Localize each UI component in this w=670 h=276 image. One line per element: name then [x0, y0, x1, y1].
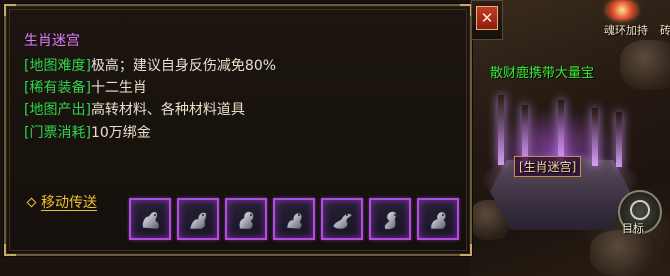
reward-item-slot[interactable] — [273, 198, 315, 240]
zodiac-dragon-icon — [332, 213, 353, 230]
reward-item-slot[interactable] — [417, 198, 459, 240]
reward-item-slot[interactable] — [321, 198, 363, 240]
teleport-label[interactable]: 移动传送 — [41, 192, 97, 212]
crosshair-icon — [630, 200, 650, 220]
reward-item-row — [129, 198, 459, 240]
info-line-difficulty: [地图难度]极高；建议自身反伤减免80% — [24, 55, 276, 75]
info-value: 10万绑金 — [90, 125, 151, 141]
target-label: 目标 — [622, 222, 644, 235]
game-world-view: 散财鹿携带大量宝 [生肖迷宫] 魂环加持 砖 目标 — [470, 0, 670, 276]
map-info-panel: 生肖迷宫 [地图难度]极高；建议自身反伤减免80% [稀有装备]十二生肖 [地图… — [4, 4, 472, 256]
info-tag: [稀有装备] — [24, 80, 91, 96]
frame-corner — [4, 244, 16, 256]
reward-item-slot[interactable] — [129, 198, 171, 240]
info-line-drops: [地图产出]高转材料、各种材料道具 — [24, 99, 245, 119]
info-tag: [门票消耗] — [24, 125, 91, 141]
info-tag: [地图产出] — [24, 102, 91, 118]
zodiac-figurine-4-icon — [286, 212, 303, 230]
info-value: 极高；建议自身反伤减免80% — [90, 58, 277, 74]
light-pillar — [592, 108, 598, 166]
frame-corner — [4, 4, 16, 16]
teleport-link[interactable]: 移动传送 — [26, 192, 97, 212]
zodiac-figurine-2-icon — [189, 211, 207, 230]
rock-decoration — [590, 230, 660, 276]
light-pillar — [616, 112, 622, 167]
panel-title: 生肖迷宫 — [24, 33, 80, 49]
zodiac-figurine-7-icon — [430, 211, 447, 230]
info-value: 高转材料、各种材料道具 — [90, 102, 245, 118]
frame-corner — [460, 244, 472, 256]
info-tag: [地图难度] — [24, 58, 91, 74]
zodiac-snake-icon — [384, 210, 397, 230]
dungeon-name-label[interactable]: [生肖迷宫] — [514, 156, 582, 177]
close-button[interactable]: ✕ — [476, 6, 498, 30]
info-line-rare-gear: [稀有装备]十二生肖 — [24, 77, 147, 97]
info-value: 十二生肖 — [90, 80, 147, 96]
reward-item-slot[interactable] — [369, 198, 411, 240]
zodiac-figurine-3-icon — [238, 211, 255, 230]
diamond-bullet-icon — [26, 197, 37, 207]
buff-label-clipped: 砖 — [660, 24, 670, 37]
soul-ring-buff-icon[interactable] — [607, 0, 637, 20]
info-line-ticket-cost: [门票消耗]10万绑金 — [24, 122, 151, 142]
broadcast-message: 散财鹿携带大量宝 — [490, 66, 595, 81]
light-pillar — [498, 95, 504, 165]
reward-item-slot[interactable] — [225, 198, 267, 240]
zodiac-figurine-1-icon — [142, 211, 160, 230]
reward-item-slot[interactable] — [177, 198, 219, 240]
rock-decoration — [620, 40, 670, 90]
buff-label: 魂环加持 — [604, 24, 648, 37]
